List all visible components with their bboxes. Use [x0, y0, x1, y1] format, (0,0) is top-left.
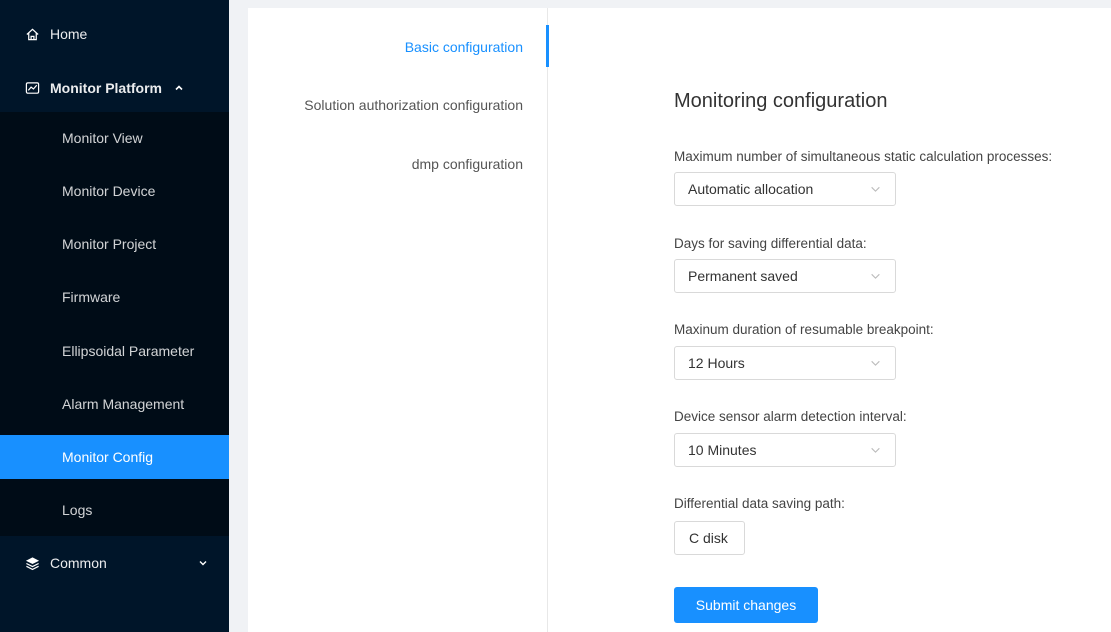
sidebar-item-alarm-management[interactable]: Alarm Management [0, 382, 229, 426]
vertical-tabs: Basic configuration Solution authorizati… [248, 8, 549, 632]
chevron-down-icon [198, 558, 208, 568]
tab-solution-authorization-configuration[interactable]: Solution authorization configuration [304, 97, 523, 113]
select-value: 12 Hours [688, 355, 745, 371]
select-value: Automatic allocation [688, 181, 814, 197]
input-value: C disk [689, 530, 728, 546]
sidebar-item-label: Alarm Management [62, 396, 185, 412]
chevron-down-icon [871, 273, 880, 279]
sidebar-item-firmware[interactable]: Firmware [0, 275, 229, 319]
field-label-resumable-breakpoint: Maxinum duration of resumable breakpoint… [674, 322, 934, 337]
tab-basic-configuration[interactable]: Basic configuration [405, 39, 523, 55]
sidebar: Home Monitor Platform Monitor View Monit… [0, 0, 229, 632]
sidebar-item-label: Monitor View [62, 130, 143, 146]
field-label-differential-days: Days for saving differential data: [674, 236, 867, 251]
sidebar-item-home-label: Home [50, 26, 88, 42]
field-label-saving-path: Differential data saving path: [674, 496, 845, 511]
sidebar-item-home[interactable]: Home [0, 10, 229, 58]
sidebar-item-monitor-platform-label: Monitor Platform [50, 80, 162, 96]
page-title: Monitoring configuration [674, 90, 888, 112]
sidebar-item-common-label: Common [50, 555, 107, 571]
app-root: Home Monitor Platform Monitor View Monit… [0, 0, 1111, 632]
alarm-interval-select[interactable]: 10 Minutes [674, 433, 896, 467]
submit-changes-button[interactable]: Submit changes [674, 587, 818, 623]
monitor-chart-icon [24, 80, 40, 96]
home-icon [24, 26, 40, 42]
sidebar-item-logs[interactable]: Logs [0, 488, 229, 532]
layers-icon [24, 555, 40, 571]
sidebar-item-label: Monitor Project [62, 236, 157, 252]
select-value: Permanent saved [688, 268, 798, 284]
select-value: 10 Minutes [688, 442, 757, 458]
chevron-down-icon [871, 447, 880, 453]
sidebar-item-label: Logs [62, 502, 93, 518]
content-card: Basic configuration Solution authorizati… [248, 8, 1111, 632]
sidebar-item-label: Monitor Config [62, 449, 154, 465]
active-tab-indicator [546, 25, 549, 67]
sidebar-item-common[interactable]: Common [0, 539, 229, 587]
chevron-down-icon [871, 186, 880, 192]
sidebar-item-label: Monitor Device [62, 183, 156, 199]
sidebar-item-monitor-project[interactable]: Monitor Project [0, 222, 229, 266]
differential-days-select[interactable]: Permanent saved [674, 259, 896, 293]
config-form: Monitoring configuration Maximum number … [674, 8, 1111, 632]
sidebar-item-monitor-platform[interactable]: Monitor Platform [0, 64, 229, 112]
tab-dmp-configuration[interactable]: dmp configuration [412, 156, 523, 172]
sidebar-item-monitor-view[interactable]: Monitor View [0, 116, 229, 160]
sidebar-item-ellipsoidal-parameter[interactable]: Ellipsoidal Parameter [0, 329, 229, 373]
field-label-static-processes: Maximum number of simultaneous static ca… [674, 149, 1053, 164]
chevron-down-icon [871, 360, 880, 366]
sidebar-item-label: Firmware [62, 289, 121, 305]
saving-path-input[interactable]: C disk [674, 521, 745, 555]
sidebar-item-monitor-config[interactable]: Monitor Config [0, 435, 229, 479]
sidebar-item-label: Ellipsoidal Parameter [62, 343, 195, 359]
static-processes-select[interactable]: Automatic allocation [674, 172, 896, 206]
sidebar-item-monitor-device[interactable]: Monitor Device [0, 169, 229, 213]
chevron-up-icon [174, 83, 184, 93]
resumable-breakpoint-select[interactable]: 12 Hours [674, 346, 896, 380]
field-label-alarm-interval: Device sensor alarm detection interval: [674, 409, 907, 424]
